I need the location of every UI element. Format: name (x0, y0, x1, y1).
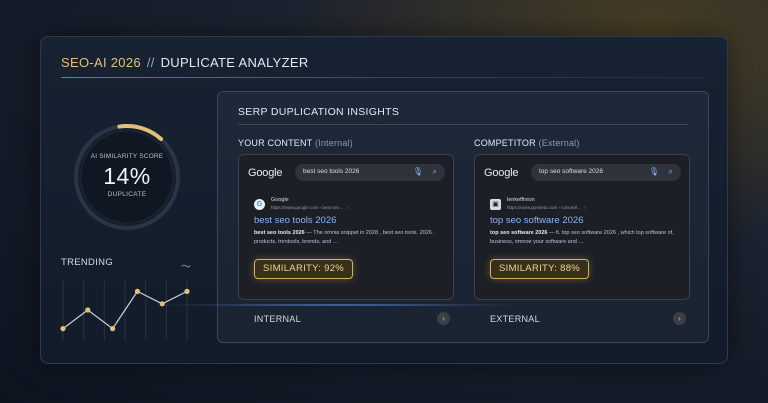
trend-point (184, 288, 190, 294)
column-heading-label: COMPETITOR (474, 138, 536, 148)
result-site-name: lenkeffinion (507, 197, 535, 203)
site-favicon-icon: ▣ (490, 199, 501, 210)
insights-title: SERP DUPLICATION INSIGHTS (238, 106, 400, 118)
similarity-badge-external: SIMILARITY: 88% (490, 259, 590, 279)
microphone-icon[interactable]: 🎙 (649, 167, 659, 176)
result-title-link[interactable]: top seo software 2026 (490, 215, 583, 226)
search-icon[interactable]: ⌕ (669, 167, 673, 177)
serp-preview-external: Google top seo software 2026 🎙 ⌕ ▣ lenke… (474, 154, 690, 300)
analyzer-title: DUPLICATE ANALYZER (160, 55, 309, 70)
search-icon[interactable]: ⌕ (433, 167, 437, 177)
serp-preview-internal: Google best seo tools 2026 🎙 ⌕ G Google … (238, 154, 454, 300)
panel-title: SEO-AI 2026 // DUPLICATE ANALYZER (61, 55, 309, 70)
snippet-highlight: best seo tools 2026 (254, 230, 305, 236)
search-query: best seo tools 2026 (303, 168, 360, 175)
search-input[interactable]: best seo tools 2026 🎙 ⌕ (295, 164, 445, 181)
your-content-column: YOUR CONTENT (Internal) Google best seo … (238, 138, 454, 325)
snippet-highlight: top seo software 2026 (490, 230, 548, 236)
site-favicon-icon: G (254, 199, 265, 210)
external-expand-button[interactable]: › (673, 312, 686, 325)
internal-footer-label: INTERNAL (254, 314, 301, 324)
result-snippet: best seo tools 2026 — The omnia snippet … (254, 229, 444, 247)
result-url[interactable]: https://www.google.com › best seo … ⋮ (271, 205, 351, 211)
trending-chart (60, 279, 190, 341)
brand-title: SEO-AI 2026 (61, 55, 141, 70)
title-separator: // (146, 55, 155, 70)
trend-point (60, 326, 66, 332)
glow-accent (150, 304, 530, 306)
search-input[interactable]: top seo software 2026 🎙 ⌕ (531, 164, 681, 181)
column-heading-label: YOUR CONTENT (238, 138, 313, 148)
column-heading-note: (Internal) (314, 138, 353, 148)
trend-point (110, 326, 116, 332)
result-site-name: Google (271, 197, 289, 203)
trend-point (134, 288, 140, 294)
gauge-title: AI SIMILARITY SCORE (90, 153, 164, 160)
gauge-value: 14% (103, 163, 151, 189)
trend-point (85, 307, 91, 313)
trending-label: TRENDING (61, 257, 114, 268)
your-content-heading: YOUR CONTENT (Internal) (238, 138, 454, 148)
chevron-right-icon: › (678, 314, 681, 323)
competitor-heading: COMPETITOR (External) (474, 138, 690, 148)
insights-divider (238, 124, 688, 125)
similarity-badge-internal: SIMILARITY: 92% (254, 259, 354, 279)
result-snippet: top seo software 2026 — fi. top seo soft… (490, 229, 680, 247)
gauge-subtitle: DUPLICATE (107, 191, 147, 198)
google-logo: Google (484, 167, 519, 179)
title-divider (61, 77, 707, 78)
chevron-right-icon: › (442, 314, 445, 323)
microphone-icon[interactable]: 🎙 (413, 167, 423, 176)
search-query: top seo software 2026 (539, 168, 603, 175)
similarity-gauge: AI SIMILARITY SCORE 14% DUPLICATE (71, 121, 183, 233)
analyzer-panel: SEO-AI 2026 // DUPLICATE ANALYZER AI SIM… (40, 36, 728, 364)
result-title-link[interactable]: best seo tools 2026 (254, 215, 336, 226)
internal-expand-button[interactable]: › (437, 312, 450, 325)
google-logo: Google (248, 167, 283, 179)
result-url[interactable]: https://www.gomteta.com › concertl… ⋮ (507, 205, 587, 211)
external-footer-label: EXTERNAL (490, 314, 540, 324)
competitor-column: COMPETITOR (External) Google top seo sof… (474, 138, 690, 325)
column-heading-note: (External) (538, 138, 580, 148)
